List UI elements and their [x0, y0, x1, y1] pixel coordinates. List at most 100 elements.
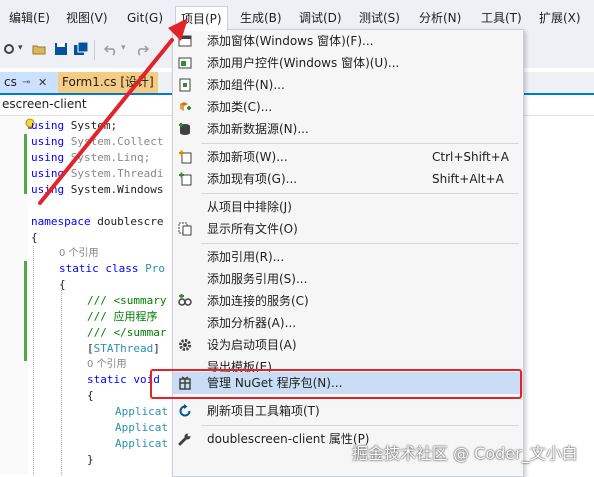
reference-count[interactable]: 0 个引用 [59, 246, 99, 262]
code-line: { [31, 231, 38, 244]
menu-view[interactable]: 视图(V) [66, 9, 108, 27]
user-control-icon [178, 57, 192, 69]
menu-item-label: 从项目中排除(J) [207, 200, 292, 214]
code-line: namespace doublescre [31, 215, 164, 228]
code-line: /// <summary [87, 294, 167, 307]
menu-item-add-reference[interactable]: 添加引用(R)... [173, 246, 523, 268]
menu-item-label: 添加窗体(Windows 窗体)(F)... [207, 34, 374, 48]
menu-item-label: 添加用户控件(Windows 窗体)(U)... [207, 56, 400, 70]
tab-label: cs [4, 75, 17, 89]
menu-item-add-component[interactable]: 添加组件(N)... [173, 74, 523, 96]
menu-item-shortcut: Shift+Alt+A [432, 172, 504, 186]
indent-guide [61, 290, 62, 475]
tab-program-cs[interactable]: cs ⊸ ✕ [0, 72, 60, 93]
show-all-files-icon [178, 222, 192, 236]
tab-label: Form1.cs [设计] [62, 75, 154, 89]
menu-item-add-analyzer[interactable]: 添加分析器(A)... [173, 312, 523, 334]
close-icon[interactable]: ✕ [38, 72, 47, 93]
code-line: using System; [31, 119, 118, 132]
menu-build[interactable]: 生成(B) [240, 9, 282, 27]
menu-item-add-user-control[interactable]: 添加用户控件(Windows 窗体)(U)... [173, 52, 523, 74]
component-icon [179, 78, 191, 92]
data-source-icon [179, 123, 190, 135]
code-line: /// 应用程序 [87, 310, 158, 323]
save-icon[interactable] [54, 42, 68, 56]
menu-item-add-form[interactable]: 添加窗体(Windows 窗体)(F)... [173, 30, 523, 52]
menu-item-set-startup-project[interactable]: 设为启动项目(A) [173, 334, 523, 356]
menu-item-label: 添加类(C)... [207, 100, 273, 114]
menu-item-label: 添加新数据源(N)... [207, 122, 309, 136]
project-menu-dropdown: 添加窗体(Windows 窗体)(F)... 添加用户控件(Windows 窗体… [172, 29, 524, 477]
refresh-icon [179, 404, 191, 417]
connected-service-icon [178, 294, 192, 306]
menu-item-shortcut: Ctrl+Shift+A [432, 150, 509, 164]
menu-git[interactable]: Git(G) [127, 9, 163, 27]
wrench-icon [178, 433, 191, 446]
code-line: using System.Windows [31, 183, 164, 196]
annotation-highlight-box [150, 369, 522, 399]
menu-debug[interactable]: 调试(D) [299, 9, 342, 27]
project-dropdown[interactable]: escreen-client [2, 97, 87, 111]
code-line: static class Pro [59, 262, 165, 275]
indent-guide [33, 246, 34, 475]
menu-project[interactable]: 项目(P) [175, 6, 228, 31]
menu-item-label: 刷新项目工具箱项(T) [207, 404, 320, 418]
menu-separator [201, 425, 519, 426]
menu-item-label: 添加服务引用(S)... [207, 272, 308, 286]
gear-icon [179, 339, 191, 351]
undo-dropdown-icon[interactable]: ▾ [121, 43, 126, 53]
menu-item-label: 添加现有项(G)... [207, 172, 298, 186]
code-line: static void [87, 373, 160, 386]
code-line: using System.Threadi [31, 167, 164, 180]
form-icon [178, 35, 192, 47]
menu-item-label: 添加分析器(A)... [207, 316, 297, 330]
menu-item-show-all-files[interactable]: 显示所有文件(O) [173, 218, 523, 240]
pin-icon[interactable]: ⊸ [22, 72, 30, 93]
menu-item-add-existing-item[interactable]: 添加现有项(G)... Shift+Alt+A [173, 168, 523, 190]
code-line: Applicat [115, 437, 168, 450]
watermark: 掘金技术社区 @ Coder_文小白 [352, 444, 578, 463]
menu-item-add-class[interactable]: 添加类(C)... [173, 96, 523, 118]
menu-separator [201, 193, 519, 194]
menu-item-add-connected-service[interactable]: 添加连接的服务(C) [173, 290, 523, 312]
menu-item-label: 显示所有文件(O) [207, 222, 298, 236]
redo-icon[interactable] [135, 42, 149, 56]
menu-item-refresh-toolbox[interactable]: 刷新项目工具箱项(T) [173, 400, 523, 422]
menu-item-exclude-from-project[interactable]: 从项目中排除(J) [173, 196, 523, 218]
code-line: Applicat [115, 421, 168, 434]
menu-analyze[interactable]: 分析(N) [419, 9, 461, 27]
menu-item-label: 添加连接的服务(C) [207, 294, 309, 308]
menu-test[interactable]: 测试(S) [359, 9, 400, 27]
code-line: [STAThread] [87, 342, 160, 355]
undo-icon[interactable] [104, 42, 118, 56]
menu-item-label: 添加新项(W)... [207, 150, 288, 164]
new-item-icon [179, 150, 192, 164]
dropdown-arrow-icon[interactable]: ▾ [18, 43, 23, 53]
code-line: { [59, 278, 66, 291]
menu-extensions[interactable]: 扩展(X) [539, 9, 581, 27]
menu-edit[interactable]: 编辑(E) [9, 9, 50, 27]
menu-separator [201, 143, 519, 144]
menu-separator [201, 243, 519, 244]
code-line: /// </summar [87, 326, 167, 339]
menu-item-add-new-item[interactable]: 添加新项(W)... Ctrl+Shift+A [173, 146, 523, 168]
existing-item-icon [179, 172, 192, 186]
change-indicator [24, 261, 27, 361]
reference-count[interactable]: 0 个引用 [87, 357, 127, 373]
config-icon[interactable] [2, 42, 16, 56]
code-line: } [87, 453, 94, 466]
save-all-icon[interactable] [74, 42, 88, 56]
change-indicator [24, 134, 27, 194]
tab-form1-designer[interactable]: Form1.cs [设计] [58, 72, 158, 93]
open-folder-icon[interactable] [32, 42, 46, 56]
menu-item-add-data-source[interactable]: 添加新数据源(N)... [173, 118, 523, 140]
code-line: using System.Linq; [31, 151, 151, 164]
toolbar-divider [94, 40, 95, 60]
menu-item-add-service-reference[interactable]: 添加服务引用(S)... [173, 268, 523, 290]
menu-tools[interactable]: 工具(T) [481, 9, 522, 27]
code-line: using System.Collect [31, 135, 164, 148]
code-line: { [87, 389, 94, 402]
menu-item-label: doublescreen-client 属性(P) [207, 432, 370, 446]
menu-item-label: 添加组件(N)... [207, 78, 285, 92]
menu-item-label: 设为启动项目(A) [207, 338, 297, 352]
